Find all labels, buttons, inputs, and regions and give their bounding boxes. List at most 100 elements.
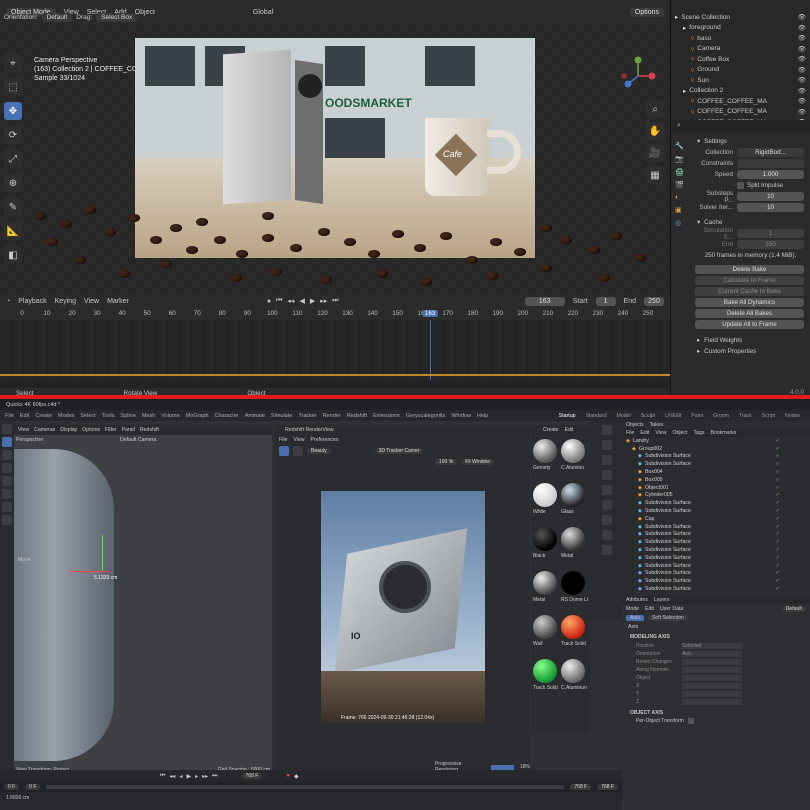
object-menu-item[interactable]: Object: [672, 430, 687, 436]
add-cube-icon[interactable]: ◧: [4, 246, 22, 264]
range-end2-field[interactable]: 768 F: [597, 784, 618, 790]
check-icon[interactable]: ✓: [776, 555, 780, 561]
c4d-menu-item[interactable]: Tools: [102, 413, 115, 419]
orientation-select[interactable]: Default: [41, 13, 73, 22]
camera-select[interactable]: 3D Tracker Camer: [374, 448, 424, 454]
renderview-menu-item[interactable]: File: [279, 437, 287, 443]
attr-field-value[interactable]: [682, 675, 742, 681]
custom-properties-header[interactable]: ▸ Custom Properties: [697, 346, 804, 357]
object-tab[interactable]: Objects: [626, 422, 644, 428]
record-icon[interactable]: ●: [267, 298, 271, 305]
sim-end-field[interactable]: 250: [737, 240, 804, 249]
attr-field-value[interactable]: [682, 699, 742, 705]
marker-menu[interactable]: Marker: [107, 298, 129, 305]
layout-tab[interactable]: Model: [617, 413, 631, 419]
check-icon[interactable]: ✓: [776, 438, 780, 444]
object-row[interactable]: ◆ Box005 ✓: [626, 476, 810, 484]
renderview-menu-item[interactable]: Preferences: [311, 437, 339, 443]
current-frame-field[interactable]: 163: [524, 296, 565, 306]
c4d-last-frame-icon[interactable]: ⏭: [212, 773, 217, 780]
material-swatch[interactable]: [533, 483, 557, 507]
object-row[interactable]: ◆ Subdivision Surface ✓: [626, 585, 810, 593]
check-icon[interactable]: ✓: [776, 453, 780, 459]
material-menu-item[interactable]: Create: [543, 427, 559, 433]
zoom-icon[interactable]: ⌕: [646, 100, 664, 118]
viewport-menu-item[interactable]: Cameras: [34, 427, 55, 433]
check-icon[interactable]: ✓: [776, 446, 780, 452]
text-icon[interactable]: [601, 485, 612, 495]
outliner-row[interactable]: ▸ Scene Collection 👁: [671, 12, 810, 23]
layout-tab[interactable]: Groom: [713, 413, 729, 419]
drag-select[interactable]: Select Box: [96, 13, 138, 22]
bake-button[interactable]: Delete Bake: [695, 265, 804, 274]
eye-icon[interactable]: 👁: [798, 34, 806, 42]
eye-icon[interactable]: 👁: [798, 108, 806, 116]
generator-icon[interactable]: [601, 455, 612, 465]
object-tab-icon[interactable]: ▣: [675, 206, 684, 214]
object-row[interactable]: ◆ Group002 ✓: [626, 445, 810, 453]
navigation-gizmo-icon[interactable]: [618, 54, 658, 94]
eye-icon[interactable]: 👁: [798, 87, 806, 95]
object-row[interactable]: ◆ Subdivision Surface ✓: [626, 499, 810, 507]
check-icon[interactable]: ✓: [776, 547, 780, 553]
object-row[interactable]: ◆ Subdivision Surface ✓: [626, 507, 810, 515]
menu-object[interactable]: Object: [135, 9, 155, 16]
object-menu-item[interactable]: File: [626, 430, 634, 436]
magnet-icon[interactable]: [2, 515, 12, 525]
material-swatch[interactable]: [533, 439, 557, 463]
outliner-row[interactable]: ▿ Camera 👁: [671, 44, 810, 55]
check-icon[interactable]: ✓: [776, 570, 780, 576]
object-row[interactable]: ◆ Subdivision Surface ✓: [626, 538, 810, 546]
check-icon[interactable]: ✓: [776, 539, 780, 545]
pan-hand-icon[interactable]: ✋: [646, 122, 664, 140]
beauty-select[interactable]: Beauty: [307, 448, 331, 454]
select-box-icon[interactable]: ⬚: [4, 78, 22, 96]
prev-key-icon[interactable]: ◂◂: [287, 297, 294, 305]
check-icon[interactable]: ✓: [776, 500, 780, 506]
field-icon[interactable]: [601, 515, 612, 525]
field-weights-header[interactable]: ▸ Field Weights: [697, 335, 804, 346]
check-icon[interactable]: ✓: [776, 508, 780, 514]
timeline-track[interactable]: [0, 320, 670, 380]
object-menu-item[interactable]: Bookmarks: [710, 430, 736, 436]
check-icon[interactable]: ✓: [776, 485, 780, 491]
material-swatch[interactable]: [561, 615, 585, 639]
viewport-menu-item[interactable]: Redshift: [140, 427, 159, 433]
layout-tab[interactable]: Script: [762, 413, 775, 419]
c4d-menu-item[interactable]: Extensions: [373, 413, 400, 419]
c4d-menu-item[interactable]: Render: [323, 413, 341, 419]
outliner-row[interactable]: ▸ Collection 2 👁: [671, 86, 810, 97]
stop-render-icon[interactable]: [293, 446, 303, 456]
outliner-row[interactable]: ▸ foreground 👁: [671, 23, 810, 34]
output-tab-icon[interactable]: 🖨: [675, 168, 684, 176]
viewport-menu-item[interactable]: View: [18, 427, 29, 433]
c4d-menu-item[interactable]: Tracker: [298, 413, 316, 419]
object-row[interactable]: ◆ Subdivision Surface ✓: [626, 523, 810, 531]
c4d-menu-item[interactable]: Animate: [245, 413, 265, 419]
object-row[interactable]: ◆ Cylinder005 ✓: [626, 492, 810, 500]
viewport-menu-item[interactable]: Display: [60, 427, 77, 433]
material-swatch[interactable]: [561, 483, 585, 507]
knife-icon[interactable]: [2, 489, 12, 499]
search-icon[interactable]: ⌕: [677, 122, 681, 130]
c4d-menu-item[interactable]: MoGraph: [186, 413, 209, 419]
material-swatch[interactable]: [533, 571, 557, 595]
eye-icon[interactable]: 👁: [798, 45, 806, 53]
move-tool-icon[interactable]: [2, 437, 12, 447]
bake-button[interactable]: Current Cache to Bake: [695, 287, 804, 296]
c4d-menu-item[interactable]: Modes: [58, 413, 75, 419]
per-object-checkbox[interactable]: Per-Object Transform: [622, 718, 810, 724]
layout-tab[interactable]: Sculpt: [641, 413, 655, 419]
renderview-menu-item[interactable]: View: [293, 437, 304, 443]
c4d-record-icon[interactable]: ●: [286, 773, 290, 779]
object-row[interactable]: ◆ Object001 ✓: [626, 484, 810, 492]
object-row[interactable]: ◆ Landry ✓: [626, 437, 810, 445]
material-swatch[interactable]: [561, 439, 585, 463]
material-swatch[interactable]: [533, 659, 557, 683]
c4d-next-key-icon[interactable]: ▸▸: [202, 773, 208, 780]
cursor-icon[interactable]: ⌖: [4, 54, 22, 72]
outliner-row[interactable]: ▿ Sun 👁: [671, 75, 810, 86]
end-frame-field[interactable]: 250: [644, 296, 664, 306]
attr-field-value[interactable]: Selected: [682, 643, 742, 649]
object-row[interactable]: ◆ Subdivision Surface ✓: [626, 562, 810, 570]
